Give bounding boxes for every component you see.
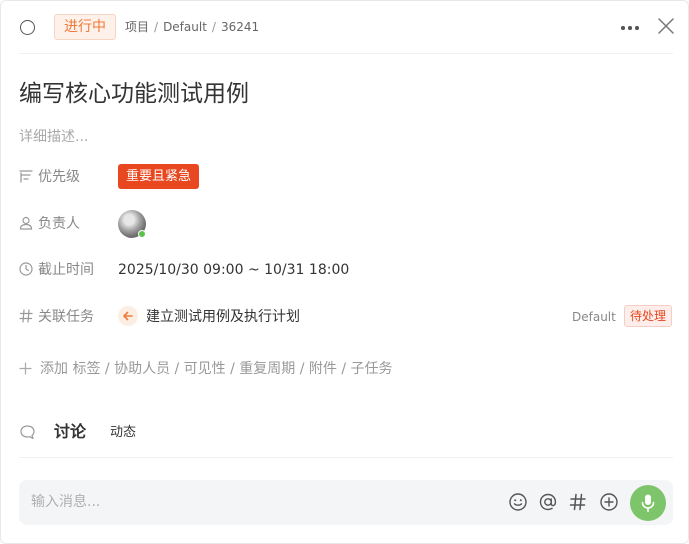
breadcrumb-item-default[interactable]: Default [163,20,207,34]
field-assignee: 负责人 [19,210,679,238]
tab-activity[interactable]: 动态 [110,424,136,442]
discussion-tabs: 讨论 动态 [19,421,419,447]
breadcrumb-item-project[interactable]: 项目 [125,20,149,34]
tab-discussion[interactable]: 讨论 [54,421,86,443]
task-header: 进行中 项目 / Default / 36241 [1,1,688,53]
online-status-dot [138,230,146,238]
status-tag[interactable]: 进行中 [54,14,116,40]
priority-sort-icon [19,170,33,183]
breadcrumb-item-id: 36241 [220,20,260,34]
related-task-status-badge: 待处理 [624,305,673,327]
field-related-task: 关联任务 建立测试用例及执行计划 Default 待处理 [19,304,679,330]
priority-tag[interactable]: 重要且紧急 [118,164,200,189]
at-icon[interactable] [538,492,558,512]
clock-icon [19,262,33,276]
add-attributes-label[interactable]: 添加 标签 / 协助人员 / 可见性 / 重复周期 / 附件 / 子任务 [40,360,393,378]
header-divider [19,53,673,54]
field-label-assignee: 负责人 [38,216,80,232]
close-icon[interactable] [658,18,674,34]
breadcrumb-separator: / [211,20,216,34]
plus-icon [19,362,32,375]
voice-input-button[interactable] [630,485,666,521]
field-label-related: 关联任务 [38,309,94,325]
breadcrumb: 项目 / Default / 36241 [125,20,259,35]
user-icon [19,216,33,230]
related-task-project: Default [572,310,616,324]
microphone-icon [641,494,655,513]
related-task-name[interactable]: 建立测试用例及执行计划 [146,308,300,326]
description-field[interactable]: 详细描述... [19,128,88,146]
avatar[interactable] [118,210,146,238]
due-time-value[interactable]: 2025/10/30 09:00 ~ 10/31 18:00 [118,261,349,279]
hash-icon [19,309,33,323]
chat-bubble-icon [20,425,35,440]
smile-icon[interactable] [508,492,528,512]
field-priority: 优先级 重要且紧急 [19,164,679,190]
status-circle-icon[interactable] [20,20,35,35]
tabs-divider [19,457,673,458]
hash-icon[interactable] [568,492,588,512]
add-attributes-row[interactable]: 添加 标签 / 协助人员 / 可见性 / 重复周期 / 附件 / 子任务 [19,359,519,379]
breadcrumb-separator: / [154,20,159,34]
arrow-left-icon [118,306,138,326]
plus-circle-icon[interactable] [599,492,619,512]
field-label-priority: 优先级 [38,169,80,185]
message-input[interactable] [31,493,491,511]
more-horizontal-icon[interactable] [621,26,641,30]
task-title[interactable]: 编写核心功能测试用例 [19,79,249,109]
task-detail-panel: 进行中 项目 / Default/36241 编写核心功能测试用例 详细描述... … [0,0,689,544]
message-composer [19,480,673,525]
field-label-due: 截止时间 [38,262,94,278]
field-due-time: 截止时间 2025/10/30 09:00 ~ 10/31 18:00 [19,257,679,283]
